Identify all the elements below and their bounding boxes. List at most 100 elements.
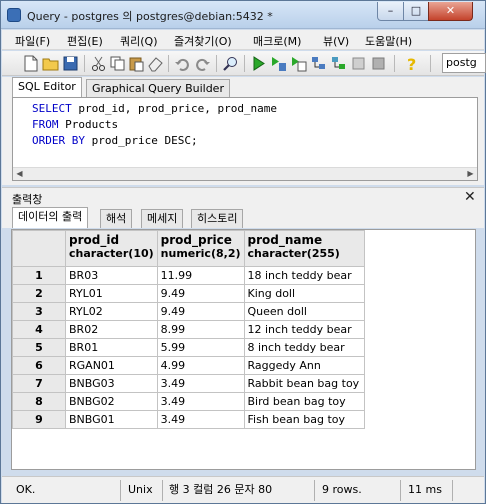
find-icon[interactable] (222, 55, 239, 72)
table-cell[interactable]: Fish bean bag toy (243, 410, 365, 429)
row-number[interactable]: 9 (12, 410, 66, 429)
result-table: prod_id character(10) prod_price numeric(8… (12, 230, 365, 429)
menu-bar: 파일(F) 편집(E) 쿼리(Q) 즐겨찾기(O) 매크로(M) 뷰(V) 도움… (2, 30, 484, 50)
tab-sql-editor[interactable]: SQL Editor (12, 77, 82, 98)
undo-icon[interactable] (174, 55, 191, 72)
table-cell[interactable]: 12 inch teddy bear (243, 320, 365, 339)
menu-file[interactable]: 파일(F) (15, 33, 50, 49)
execute-explain-icon[interactable] (270, 55, 287, 72)
table-cell[interactable]: BNBG02 (65, 392, 158, 411)
stop-icon[interactable] (370, 55, 387, 72)
table-cell[interactable]: 8 inch teddy bear (243, 338, 365, 357)
menu-view[interactable]: 뷰(V) (323, 33, 349, 49)
table-cell[interactable]: BNBG01 (65, 410, 158, 429)
open-folder-icon[interactable] (42, 55, 59, 72)
toolbar: ? postg (2, 51, 486, 76)
menu-macros[interactable]: 매크로(M) (253, 33, 301, 49)
row-number[interactable]: 1 (12, 266, 66, 285)
tab-explain[interactable]: 해석 (100, 209, 133, 228)
execute-icon[interactable] (250, 55, 267, 72)
close-output-icon[interactable]: ✕ (464, 189, 476, 205)
table-cell[interactable]: BR02 (65, 320, 158, 339)
tab-data-output[interactable]: 데이터의 출력 (12, 207, 89, 228)
menu-edit[interactable]: 편집(E) (67, 33, 103, 49)
column-header[interactable]: prod_name character(255) (243, 230, 365, 267)
scroll-right-icon[interactable]: ▶ (464, 168, 477, 180)
row-number[interactable]: 4 (12, 320, 66, 339)
menu-help[interactable]: 도움말(H) (365, 33, 412, 49)
editor-horizontal-scrollbar[interactable]: ◀ ▶ (13, 167, 477, 180)
table-cell[interactable]: King doll (243, 284, 365, 303)
status-row-count: 9 rows. (322, 483, 362, 496)
column-header[interactable]: prod_id character(10) (65, 230, 158, 267)
row-number[interactable]: 3 (12, 302, 66, 321)
maximize-button[interactable]: □ (403, 2, 429, 21)
explain-analyze-icon[interactable] (330, 55, 347, 72)
paste-icon[interactable] (128, 55, 145, 72)
row-number[interactable]: 6 (12, 356, 66, 375)
cut-icon[interactable] (90, 55, 107, 72)
tab-messages[interactable]: 메세지 (141, 209, 184, 228)
help-icon[interactable]: ? (404, 55, 421, 72)
save-icon[interactable] (62, 55, 79, 72)
table-row[interactable]: 7 BNBG03 3.49 Rabbit bean bag toy (12, 374, 365, 393)
table-cell[interactable]: 3.49 (156, 374, 245, 393)
row-number[interactable]: 8 (12, 392, 66, 411)
tab-history[interactable]: 히스토리 (191, 209, 244, 228)
table-cell[interactable]: RYL02 (65, 302, 158, 321)
table-cell[interactable]: 3.49 (156, 392, 245, 411)
table-cell[interactable]: Queen doll (243, 302, 365, 321)
row-number[interactable]: 2 (12, 284, 66, 303)
table-cell[interactable]: BR03 (65, 266, 158, 285)
output-panel-header: 출력창 ✕ (2, 187, 484, 207)
sql-line-2: FROM Products (32, 118, 119, 131)
table-cell[interactable]: 4.99 (156, 356, 245, 375)
copy-icon[interactable] (109, 55, 126, 72)
explain-icon[interactable] (310, 55, 327, 72)
table-row[interactable]: 1 BR03 11.99 18 inch teddy bear (12, 266, 365, 285)
table-cell[interactable]: RGAN01 (65, 356, 158, 375)
table-cell[interactable]: 18 inch teddy bear (243, 266, 365, 285)
data-output-grid[interactable]: prod_id character(10) prod_price numeric(8… (11, 229, 476, 470)
table-row[interactable]: 2 RYL01 9.49 King doll (12, 284, 365, 303)
redo-icon[interactable] (194, 55, 211, 72)
table-cell[interactable]: BNBG03 (65, 374, 158, 393)
table-row[interactable]: 4 BR02 8.99 12 inch teddy bear (12, 320, 365, 339)
title-bar[interactable]: Query - postgres 의 postgres@debian:5432 … (1, 1, 485, 29)
table-cell[interactable]: 9.49 (156, 284, 245, 303)
row-number[interactable]: 5 (12, 338, 66, 357)
scroll-left-icon[interactable]: ◀ (13, 168, 26, 180)
table-row[interactable]: 3 RYL02 9.49 Queen doll (12, 302, 365, 321)
row-number[interactable]: 7 (12, 374, 66, 393)
eraser-icon[interactable] (147, 55, 164, 72)
cancel-query-icon[interactable] (350, 55, 367, 72)
table-row[interactable]: 6 RGAN01 4.99 Raggedy Ann (12, 356, 365, 375)
output-panel-title: 출력창 (12, 193, 43, 206)
status-line-endings: Unix (128, 483, 153, 496)
editor-panel: SQL Editor Graphical Query Builder SELEC… (2, 77, 484, 185)
table-cell[interactable]: 8.99 (156, 320, 245, 339)
column-header[interactable]: prod_price numeric(8,2) (156, 230, 245, 267)
table-cell[interactable]: 9.49 (156, 302, 245, 321)
sql-editor[interactable]: SELECT prod_id, prod_price, prod_name FR… (12, 97, 478, 181)
table-cell[interactable]: BR01 (65, 338, 158, 357)
table-row[interactable]: 9 BNBG01 3.49 Fish bean bag toy (12, 410, 365, 429)
tab-graphical-query-builder[interactable]: Graphical Query Builder (86, 79, 230, 98)
new-file-icon[interactable] (22, 55, 39, 72)
table-cell[interactable]: RYL01 (65, 284, 158, 303)
minimize-button[interactable]: – (377, 2, 404, 21)
execute-to-file-icon[interactable] (290, 55, 307, 72)
table-cell[interactable]: 11.99 (156, 266, 245, 285)
table-cell[interactable]: 3.49 (156, 410, 245, 429)
menu-query[interactable]: 쿼리(Q) (120, 33, 157, 49)
table-cell[interactable]: Rabbit bean bag toy (243, 374, 365, 393)
database-select[interactable]: postg (442, 53, 486, 73)
close-button[interactable]: ✕ (428, 2, 473, 21)
table-row[interactable]: 8 BNBG02 3.49 Bird bean bag toy (12, 392, 365, 411)
table-cell[interactable]: 5.99 (156, 338, 245, 357)
table-cell[interactable]: Bird bean bag toy (243, 392, 365, 411)
table-cell[interactable]: Raggedy Ann (243, 356, 365, 375)
status-state: OK. (16, 483, 36, 496)
menu-favourites[interactable]: 즐겨찾기(O) (174, 33, 232, 49)
table-row[interactable]: 5 BR01 5.99 8 inch teddy bear (12, 338, 365, 357)
